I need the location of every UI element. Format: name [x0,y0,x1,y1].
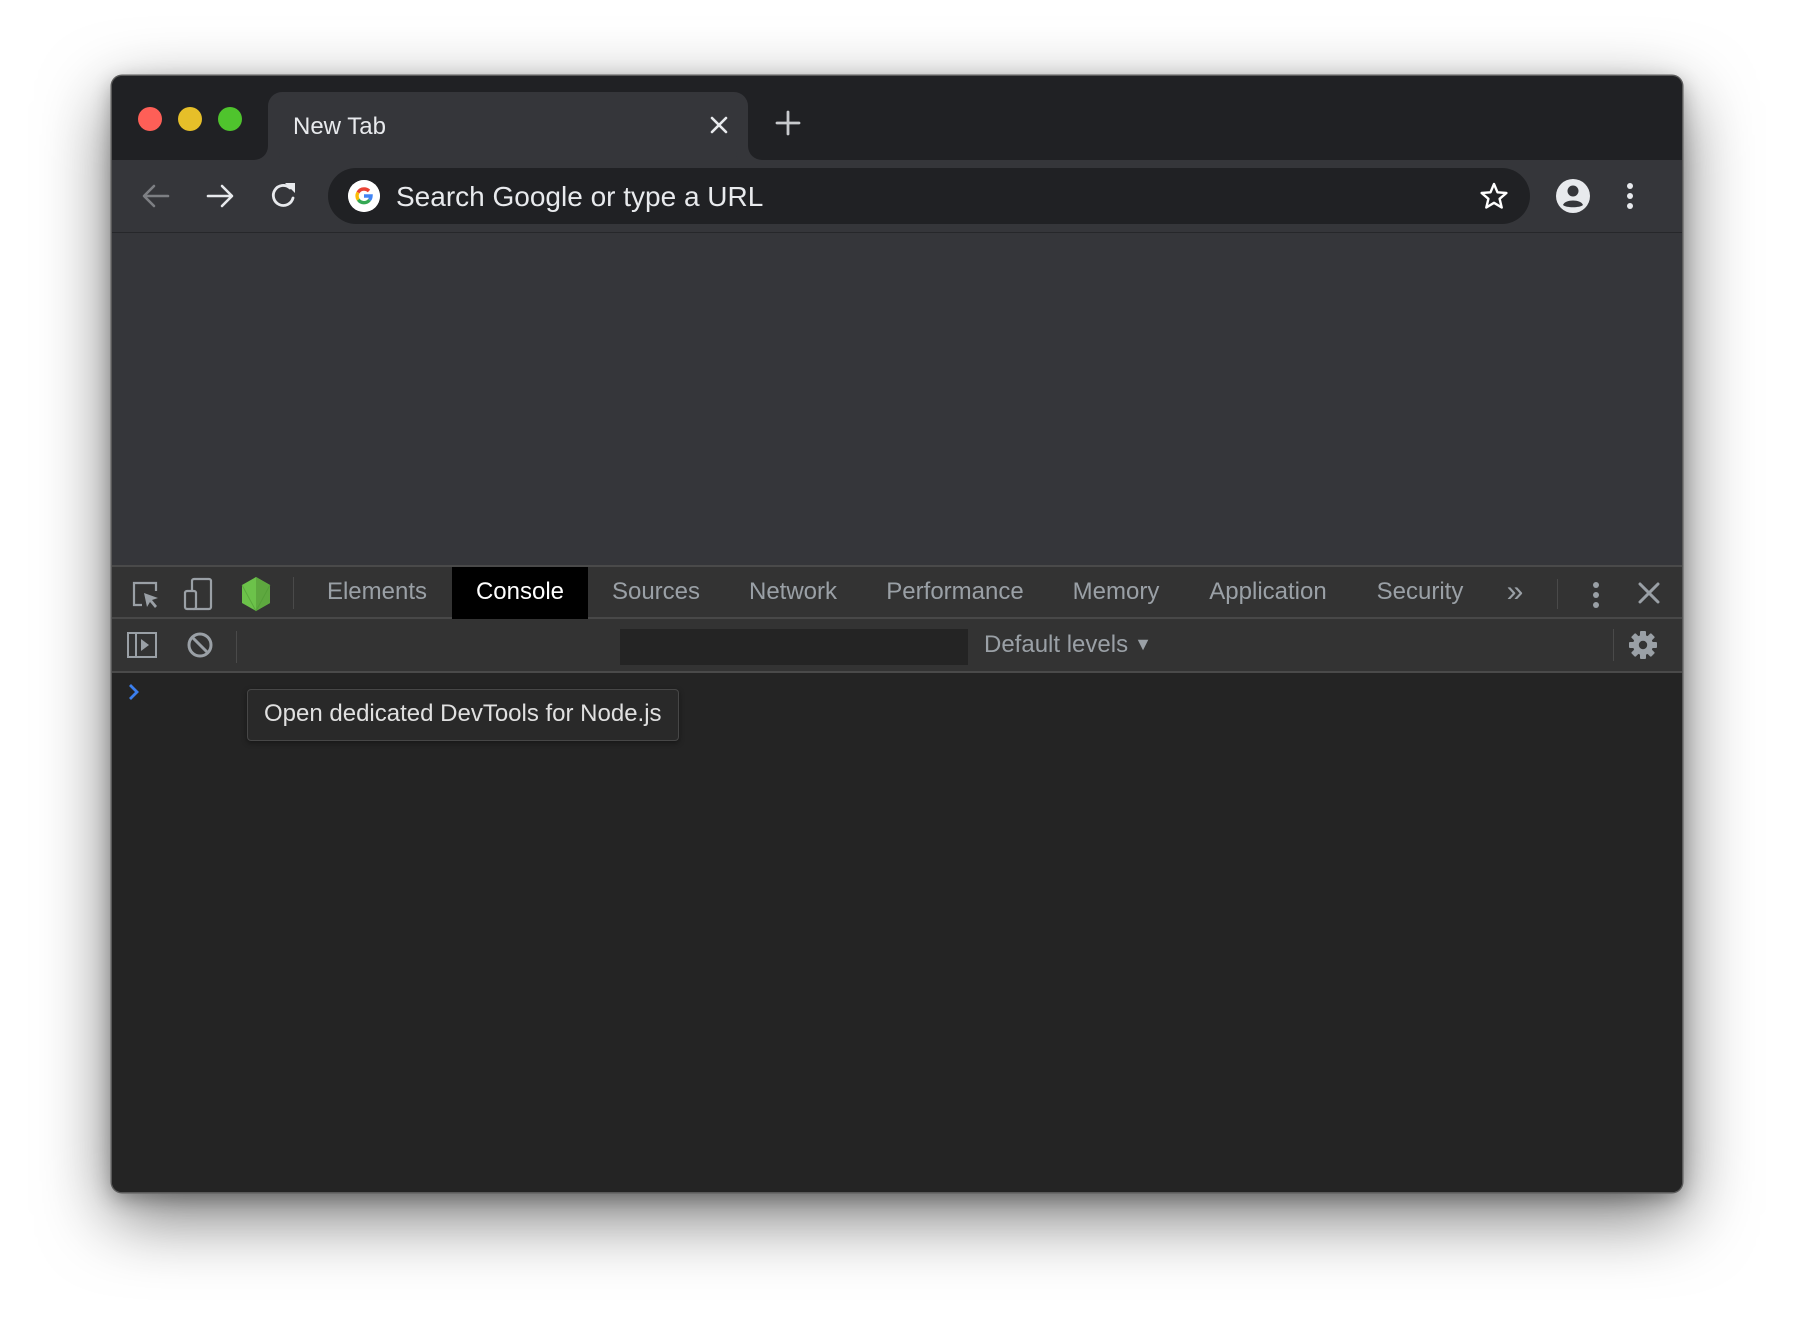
show-sidebar-icon[interactable] [126,631,158,659]
tab-console[interactable]: Console [452,567,588,619]
close-icon[interactable] [1635,579,1663,607]
plus-icon[interactable] [773,108,803,138]
tab-network[interactable]: Network [724,567,862,619]
console-filter-input[interactable] [620,629,968,665]
window-close-button[interactable] [138,107,162,131]
nodejs-icon[interactable] [240,576,272,612]
tab-sources[interactable]: Sources [588,567,724,619]
device-toolbar-icon[interactable] [182,577,214,611]
log-levels-dropdown[interactable]: Default levels ▼ [984,631,1152,659]
toolbar-divider [1557,579,1558,609]
tab-title: New Tab [293,113,386,140]
close-icon[interactable] [704,110,734,140]
google-g-icon [348,180,380,212]
gear-icon[interactable] [1628,630,1658,660]
browser-window: New Tab Search Google or type a URL Elem… [112,76,1682,1192]
tab-memory[interactable]: Memory [1048,567,1184,619]
tab-application[interactable]: Application [1184,567,1352,619]
clear-console-icon[interactable] [186,631,214,659]
star-outline-icon[interactable] [1478,180,1510,212]
tooltip: Open dedicated DevTools for Node.js [247,689,679,741]
devtools-panel: Elements Console Sources Network Perform… [112,565,1682,1192]
console-output[interactable] [112,673,1682,1192]
account-circle-icon[interactable] [1555,178,1591,214]
vertical-dots-icon[interactable] [1620,178,1640,214]
page-content [112,233,1682,565]
omnibox[interactable]: Search Google or type a URL [328,168,1530,224]
log-levels-label: Default levels [984,631,1129,658]
toolbar-divider [293,577,294,609]
tab-strip: New Tab [112,76,1682,162]
tab-elements[interactable]: Elements [302,567,452,619]
toolbar-divider [236,631,237,663]
more-tabs-button[interactable]: » [1490,567,1540,619]
console-toolbar: Default levels ▼ [112,619,1682,673]
browser-tab-new-tab[interactable]: New Tab [268,92,748,162]
browser-toolbar: Search Google or type a URL [112,160,1682,233]
toolbar-divider [1613,629,1614,661]
inspect-element-icon[interactable] [130,579,160,609]
arrow-left-icon[interactable] [138,178,174,214]
window-zoom-button[interactable] [218,107,242,131]
devtools-tab-bar: Elements Console Sources Network Perform… [112,565,1682,619]
caret-down-icon: ▼ [1134,634,1152,654]
tab-performance[interactable]: Performance [862,567,1048,619]
tab-security[interactable]: Security [1352,567,1488,619]
reload-icon[interactable] [266,178,302,214]
chevron-right-icon [129,684,139,700]
arrow-right-icon[interactable] [202,178,238,214]
window-minimize-button[interactable] [178,107,202,131]
omnibox-placeholder: Search Google or type a URL [396,181,764,212]
vertical-dots-icon[interactable] [1586,579,1606,611]
